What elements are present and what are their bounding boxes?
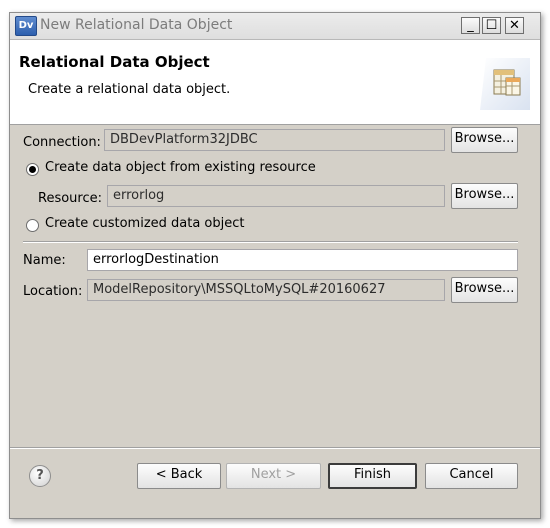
location-browse-button[interactable]: Browse... (451, 277, 518, 303)
footer-divider (10, 447, 540, 449)
resource-browse-button[interactable]: Browse... (451, 183, 518, 209)
window-title: New Relational Data Object (40, 17, 233, 33)
name-input[interactable]: errorlogDestination (87, 249, 518, 271)
resource-field[interactable]: errorlog (107, 185, 445, 207)
page-title: Relational Data Object (19, 53, 210, 71)
customized-object-radio[interactable] (26, 219, 39, 232)
location-label: Location: (23, 284, 83, 299)
location-field[interactable]: ModelRepository\MSSQLtoMySQL#20160627 (87, 279, 445, 301)
dv-app-icon: Dv (15, 16, 37, 36)
wizard-header: Relational Data Object Create a relation… (10, 40, 540, 125)
minimize-button[interactable]: _ (461, 17, 480, 34)
section-divider (23, 241, 518, 243)
finish-button[interactable]: Finish (328, 463, 417, 489)
connection-browse-button[interactable]: Browse... (451, 127, 518, 153)
next-button[interactable]: Next > (226, 463, 321, 489)
connection-field[interactable]: DBDevPlatform32JDBC (104, 129, 445, 151)
customized-object-radio-label[interactable]: Create customized data object (45, 216, 245, 231)
radio-selected-dot (29, 166, 36, 173)
connection-label: Connection: (23, 135, 101, 150)
existing-resource-radio[interactable] (26, 163, 39, 176)
back-button[interactable]: < Back (137, 463, 221, 489)
close-button[interactable]: ✕ (505, 17, 524, 34)
data-object-wizard-icon (480, 58, 530, 110)
dialog-window: Dv New Relational Data Object _ ☐ ✕ Rela… (9, 12, 541, 519)
maximize-button[interactable]: ☐ (482, 17, 501, 34)
existing-resource-radio-label[interactable]: Create data object from existing resourc… (45, 160, 316, 175)
cancel-button[interactable]: Cancel (425, 463, 518, 489)
title-bar[interactable]: Dv New Relational Data Object _ ☐ ✕ (10, 13, 540, 40)
page-description: Create a relational data object. (28, 82, 231, 97)
help-icon[interactable]: ? (29, 465, 51, 487)
resource-label: Resource: (38, 191, 102, 206)
name-label: Name: (23, 253, 66, 268)
